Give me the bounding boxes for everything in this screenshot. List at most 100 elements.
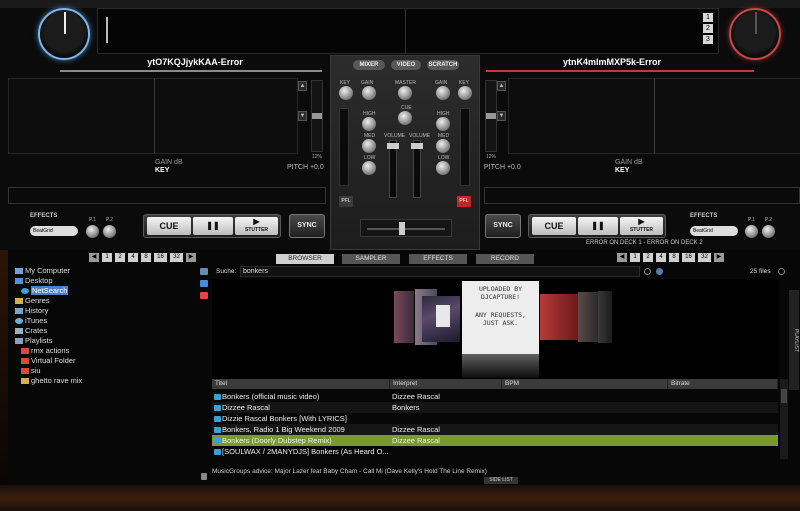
deck-left-pitch-slider[interactable] — [311, 80, 323, 152]
tree-item-my-computer[interactable]: My Computer — [15, 266, 70, 275]
deck-right-page-16[interactable]: 16 — [682, 253, 695, 262]
remove-folder-icon[interactable] — [200, 292, 208, 299]
deck-left-pause-button[interactable]: ❚❚ — [193, 217, 233, 235]
side-list-button[interactable]: SIDE LIST — [484, 477, 518, 484]
track-row[interactable]: Bonkers, Radio 1 Big Weekend 2009 Dizzee … — [212, 424, 778, 435]
deck-right-page-4[interactable]: 4 — [656, 253, 666, 262]
volume-fader-left[interactable] — [387, 140, 399, 198]
tab-sampler[interactable]: SAMPLER — [342, 254, 400, 264]
deck-right-pitch-down-button[interactable]: ▼ — [497, 111, 506, 121]
low-knob-right[interactable] — [436, 161, 450, 175]
cover-art[interactable] — [578, 292, 598, 342]
deck-right-pitch-slider[interactable] — [485, 80, 497, 152]
deck-left-waveform[interactable] — [8, 78, 298, 154]
deck-right-page-8[interactable]: 8 — [669, 253, 679, 262]
deck-number-3[interactable]: 3 — [703, 35, 713, 44]
deck-left-page-32[interactable]: 32 — [170, 253, 183, 262]
jog-wheel-left[interactable] — [38, 8, 90, 60]
high-knob-right[interactable] — [436, 117, 450, 131]
pfl-right-button[interactable]: PFL — [457, 196, 471, 207]
key-knob-right[interactable] — [458, 86, 472, 100]
deck-left-effect-select[interactable]: BeatGrid — [30, 226, 78, 236]
tree-item-playlists[interactable]: Playlists — [15, 336, 53, 345]
track-row-selected[interactable]: Bonkers (Doorly Dubstep Remix) Dizzee Ras… — [212, 435, 778, 446]
tab-browser[interactable]: BROWSER — [276, 254, 334, 264]
deck-left-page-2[interactable]: 2 — [115, 253, 125, 262]
lock-icon[interactable] — [201, 473, 207, 480]
deck-right-pitch-up-button[interactable]: ▲ — [497, 81, 506, 91]
deck-left-effect-param2-knob[interactable] — [103, 225, 116, 238]
volume-fader-right[interactable] — [411, 140, 423, 198]
tab-effects[interactable]: EFFECTS — [409, 254, 467, 264]
track-row[interactable]: [SOULWAX / 2MANYDJS] Bonkers (As Heard O… — [212, 446, 778, 457]
deck-left-effect-param1-knob[interactable] — [86, 225, 99, 238]
deck-right-page-2[interactable]: 2 — [643, 253, 653, 262]
deck-left-sync-button[interactable]: SYNC — [289, 214, 325, 238]
playlist-side-tab[interactable]: PLAYLIST — [789, 290, 799, 390]
tracklist-scrollbar[interactable] — [780, 379, 788, 459]
deck-right-page-1[interactable]: 1 — [630, 253, 640, 262]
low-knob-left[interactable] — [362, 161, 376, 175]
deck-left-page-8[interactable]: 8 — [141, 253, 151, 262]
tree-item-virtual-folder[interactable]: Virtual Folder — [21, 356, 75, 365]
browser-settings-icon[interactable] — [778, 268, 785, 275]
gain-knob-left[interactable] — [362, 86, 376, 100]
deck-right-cue-button[interactable]: CUE — [532, 217, 576, 235]
deck-right-effect-param2-knob[interactable] — [762, 225, 775, 238]
med-knob-left[interactable] — [362, 139, 376, 153]
deck-left-cue-button[interactable]: CUE — [147, 217, 191, 235]
gain-knob-right[interactable] — [436, 86, 450, 100]
tab-mixer[interactable]: MIXER — [353, 60, 385, 70]
tree-item-rmx-actions[interactable]: rmx actions — [21, 346, 69, 355]
cover-art[interactable] — [394, 291, 414, 343]
deck-right-effect-param1-knob[interactable] — [745, 225, 758, 238]
track-row[interactable]: Dizzie Rascal Bonkers [With LYRICS] — [212, 413, 778, 424]
add-folder-icon[interactable] — [200, 280, 208, 287]
deck-left-pitch-up-button[interactable]: ▲ — [298, 81, 307, 91]
column-header-artist[interactable]: Interpret — [390, 379, 502, 389]
deck-number-1[interactable]: 1 — [703, 13, 713, 22]
deck-number-2[interactable]: 2 — [703, 24, 713, 33]
deck-left-page-16[interactable]: 16 — [154, 253, 167, 262]
search-source-icon[interactable] — [656, 268, 663, 275]
search-options-icon[interactable] — [644, 268, 651, 275]
pfl-left-button[interactable]: PFL — [339, 196, 353, 207]
tree-item-history[interactable]: History — [15, 306, 48, 315]
deck-left-play-button[interactable]: ▶ STUTTER — [235, 217, 278, 235]
cover-art-selected[interactable]: UPLOADED BY DJCAPTURE! ANY REQUESTS, JUS… — [462, 281, 539, 354]
cue-knob[interactable] — [398, 111, 412, 125]
side-view-icon[interactable] — [200, 268, 208, 275]
rhythm-waveform-overview[interactable]: 1 2 3 — [97, 8, 719, 54]
tree-item-genres[interactable]: Genres — [15, 296, 50, 305]
tree-item-netsearch[interactable]: NetSearch — [21, 286, 69, 295]
deck-right-sync-button[interactable]: SYNC — [485, 214, 521, 238]
tree-item-crates[interactable]: Crates — [15, 326, 47, 335]
deck-left-page-4[interactable]: 4 — [128, 253, 138, 262]
master-knob[interactable] — [398, 86, 412, 100]
tree-item-itunes[interactable]: iTunes — [15, 316, 47, 325]
high-knob-left[interactable] — [362, 117, 376, 131]
deck-right-waveform[interactable] — [508, 78, 800, 154]
deck-left-pitch-down-button[interactable]: ▼ — [298, 111, 307, 121]
deck-right-pause-button[interactable]: ❚❚ — [578, 217, 618, 235]
deck-right-page-32[interactable]: 32 — [698, 253, 711, 262]
deck-right-page-next-button[interactable]: ▶ — [714, 253, 724, 262]
search-input[interactable] — [240, 266, 640, 277]
column-header-bpm[interactable]: BPM — [502, 379, 668, 389]
column-header-title[interactable]: Titel — [212, 379, 390, 389]
deck-left-page-1[interactable]: 1 — [102, 253, 112, 262]
deck-right-page-prev-button[interactable]: ◀ — [617, 253, 627, 262]
deck-right-effect-select[interactable]: BeatGrid — [690, 226, 738, 236]
tree-item-ghetto-rave-mix[interactable]: ghetto rave mix — [21, 376, 82, 385]
tree-item-siu[interactable]: siu — [21, 366, 41, 375]
jog-wheel-right[interactable] — [729, 8, 781, 60]
music-groups-advice[interactable]: MusicGroups advice: Major Lazer feat Bab… — [212, 468, 487, 475]
track-row[interactable]: Dizzee Rascal Bonkers — [212, 402, 778, 413]
med-knob-right[interactable] — [436, 139, 450, 153]
column-header-bitrate[interactable]: Bitrate — [668, 379, 778, 389]
tree-item-desktop[interactable]: Desktop — [15, 276, 53, 285]
deck-left-page-next-button[interactable]: ▶ — [186, 253, 196, 262]
key-knob-left[interactable] — [339, 86, 353, 100]
tab-record[interactable]: RECORD — [476, 254, 534, 264]
track-row[interactable]: Bonkers (official music video) Dizzee Ras… — [212, 391, 778, 402]
